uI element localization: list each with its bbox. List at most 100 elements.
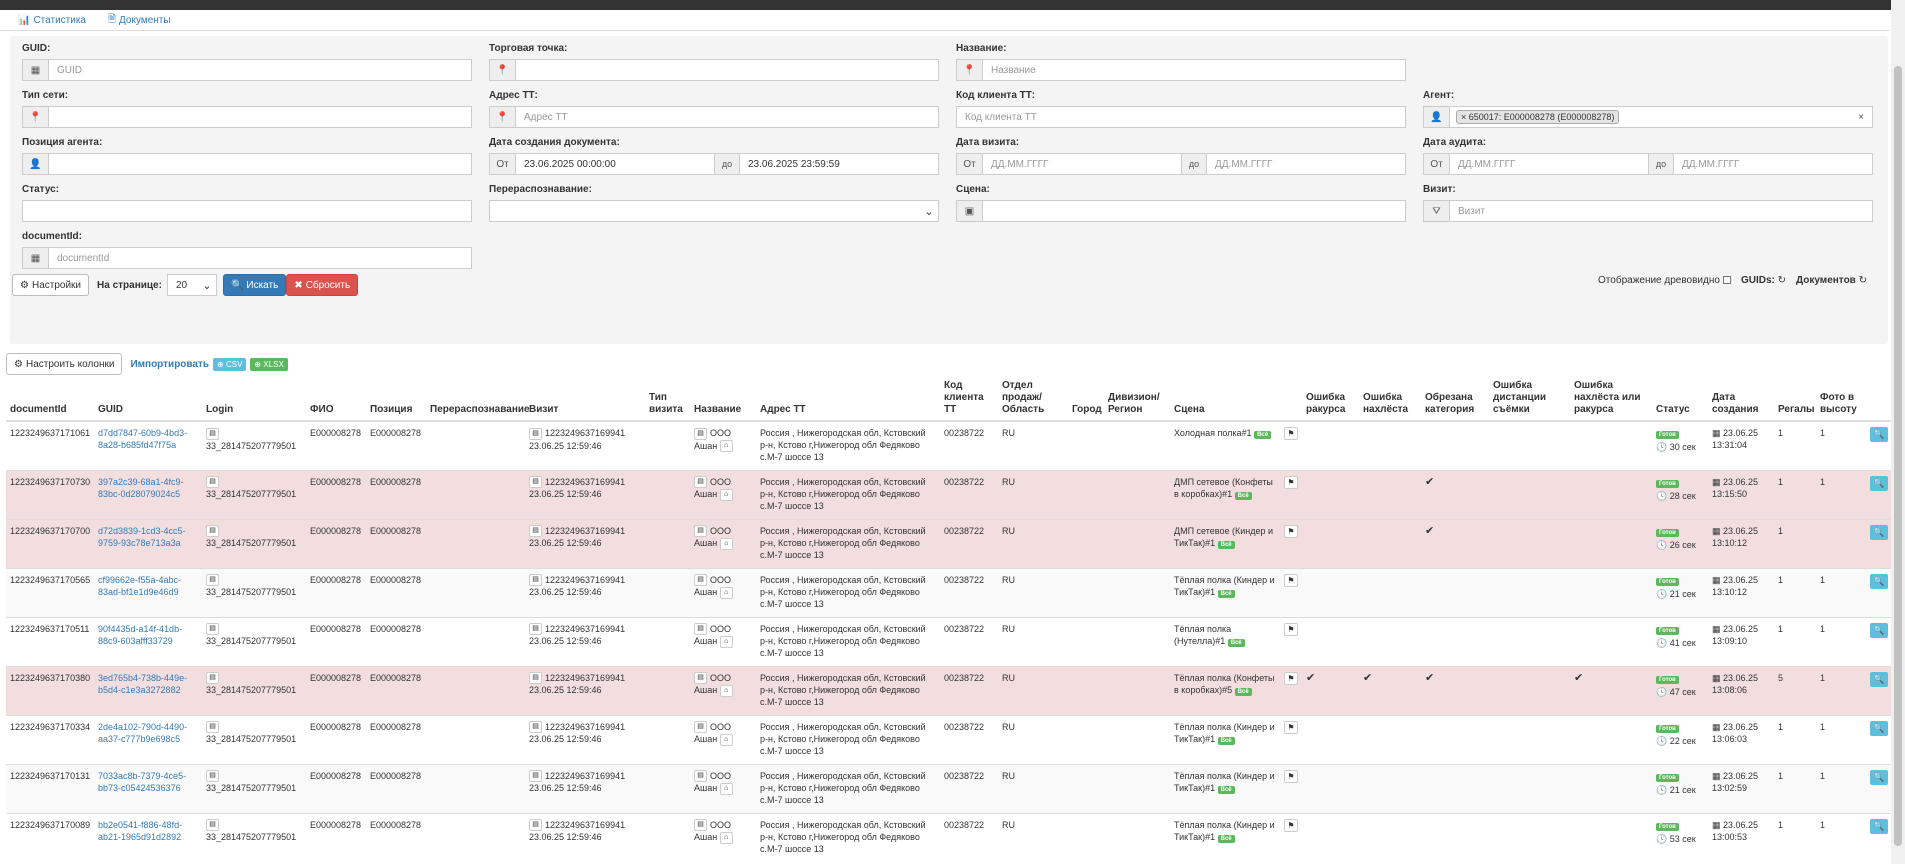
file-icon[interactable]: ▤: [529, 525, 542, 538]
search-icon[interactable]: 🔍: [1870, 671, 1888, 687]
flag-icon[interactable]: ⚑: [1284, 427, 1298, 440]
file-icon[interactable]: ▤: [206, 721, 219, 734]
guid-link[interactable]: cf99662e-f55a-4abc-83ad-bf1e1d9e46d9: [98, 575, 181, 597]
guid-link[interactable]: bb2e0541-f886-48fd-ab21-1965d91d2892: [98, 820, 182, 842]
column-header[interactable]: Город: [1068, 374, 1104, 422]
tradepoint-input[interactable]: [516, 60, 938, 80]
file-icon[interactable]: ▤: [206, 574, 219, 587]
tree-view-toggle[interactable]: Отображение древовидно: [1598, 275, 1731, 286]
guid-link[interactable]: 3ed765b4-738b-449e-b5d4-c1e3a3272882: [98, 673, 187, 695]
guid-link[interactable]: 397a2c39-68a1-4fc9-83bc-0d28079024c5: [98, 477, 184, 499]
rerecog-select[interactable]: ⌄: [489, 200, 939, 222]
column-header[interactable]: Отдел продаж/ Область: [998, 374, 1068, 422]
flag-icon[interactable]: ⚑: [1284, 573, 1298, 587]
home-icon[interactable]: ⌂: [719, 440, 733, 453]
columns-button[interactable]: ⚙ Настроить колонки: [6, 353, 123, 375]
flag-icon[interactable]: ⚑: [1284, 769, 1298, 783]
column-header[interactable]: Дивизион/ Регион: [1104, 374, 1170, 422]
home-icon[interactable]: ⌂: [719, 586, 733, 599]
home-icon[interactable]: ⌂: [719, 537, 733, 550]
clear-icon[interactable]: ×: [1858, 112, 1864, 123]
csv-import-button[interactable]: ⊕ CSV: [213, 357, 247, 371]
search-icon[interactable]: 🔍: [1870, 573, 1888, 589]
file-icon[interactable]: ▤: [694, 476, 707, 489]
file-icon[interactable]: ▤: [206, 623, 219, 636]
search-icon[interactable]: 🔍: [1870, 720, 1888, 736]
column-header[interactable]: Код клиента ТТ: [940, 374, 998, 422]
column-header[interactable]: Название: [690, 374, 756, 422]
agent-position-input[interactable]: [49, 154, 471, 174]
column-header[interactable]: Login: [202, 374, 306, 422]
file-icon[interactable]: ▤: [529, 574, 542, 587]
file-icon[interactable]: ▤: [529, 721, 542, 734]
file-icon[interactable]: ▤: [206, 525, 219, 538]
audit-date-to-input[interactable]: [1674, 154, 1872, 174]
address-input[interactable]: [516, 107, 938, 127]
column-header[interactable]: Ошибка дистанции съёмки: [1489, 374, 1570, 422]
column-header[interactable]: Фото в высоту: [1816, 374, 1866, 422]
column-header[interactable]: Адрес ТТ: [756, 374, 940, 422]
guid-link[interactable]: 90f4435d-a14f-41db-88c9-603afff33729: [98, 624, 182, 646]
file-icon[interactable]: ▤: [529, 770, 542, 783]
scene-input[interactable]: [983, 201, 1405, 221]
refresh-icon[interactable]: ↻: [1859, 275, 1867, 286]
column-header[interactable]: Тип визита: [645, 374, 690, 422]
column-header[interactable]: Позиция: [366, 374, 426, 422]
flag-icon[interactable]: ⚑: [1284, 818, 1298, 832]
tree-view-checkbox[interactable]: [1722, 276, 1731, 285]
column-header[interactable]: Ошибка нахлёста: [1359, 374, 1421, 422]
visit-date-from-input[interactable]: [983, 154, 1181, 174]
per-page-select[interactable]: 20 ⌄: [166, 274, 217, 296]
guid-link[interactable]: d72d3839-1cd3-4cc5-9759-93c78e713a3a: [98, 526, 186, 548]
file-icon[interactable]: ▤: [529, 819, 542, 832]
column-header[interactable]: Перераспознавание: [426, 374, 530, 422]
file-icon[interactable]: ▤: [529, 476, 542, 489]
file-icon[interactable]: ▤: [694, 721, 707, 734]
search-icon[interactable]: 🔍: [1870, 769, 1888, 785]
doc-date-from-input[interactable]: [516, 154, 714, 174]
column-header[interactable]: GUID: [94, 374, 202, 422]
search-icon[interactable]: 🔍: [1870, 427, 1888, 442]
nav-documents-link[interactable]: 🗎 Документы: [108, 12, 171, 29]
column-header[interactable]: ФИО: [306, 374, 366, 422]
documentid-input[interactable]: [49, 248, 471, 268]
audit-date-from-input[interactable]: [1450, 154, 1648, 174]
file-icon[interactable]: ▤: [694, 770, 707, 783]
file-icon[interactable]: ▤: [529, 427, 542, 440]
home-icon[interactable]: ⌂: [719, 733, 733, 746]
flag-icon[interactable]: ⚑: [1284, 720, 1298, 734]
flag-icon[interactable]: ⚑: [1284, 622, 1298, 636]
search-icon[interactable]: 🔍: [1870, 622, 1888, 638]
flag-icon[interactable]: ⚑: [1284, 671, 1298, 685]
name-input[interactable]: [983, 60, 1405, 80]
home-icon[interactable]: ⌂: [719, 488, 733, 501]
column-header[interactable]: Визит: [525, 374, 645, 422]
flag-icon[interactable]: ⚑: [1284, 475, 1298, 489]
column-header[interactable]: Сцена: [1170, 374, 1280, 422]
refresh-icon[interactable]: ↻: [1778, 275, 1786, 286]
search-icon[interactable]: 🔍: [1870, 818, 1888, 834]
file-icon[interactable]: ▤: [206, 476, 219, 489]
search-icon[interactable]: 🔍: [1870, 524, 1888, 540]
agent-select[interactable]: 👤 × 650017: E000008278 (E000008278) ×: [1423, 106, 1873, 128]
visit-date-to-input[interactable]: [1207, 154, 1405, 174]
guid-link[interactable]: 7033ac8b-7379-4ce5-bb73-c05424536376: [98, 771, 186, 793]
file-icon[interactable]: ▤: [206, 427, 219, 440]
file-icon[interactable]: ▤: [206, 672, 219, 685]
file-icon[interactable]: ▤: [694, 672, 707, 685]
flag-icon[interactable]: ⚑: [1284, 524, 1298, 538]
file-icon[interactable]: ▤: [529, 623, 542, 636]
agent-tag[interactable]: × 650017: E000008278 (E000008278): [1456, 110, 1620, 124]
file-icon[interactable]: ▤: [694, 525, 707, 538]
search-icon[interactable]: 🔍: [1870, 475, 1888, 491]
column-header[interactable]: [1866, 374, 1892, 422]
xlsx-import-button[interactable]: ⊕ XLSX: [250, 357, 288, 371]
network-type-input[interactable]: [49, 107, 471, 127]
file-icon[interactable]: ▤: [694, 623, 707, 636]
file-icon[interactable]: ▤: [206, 770, 219, 783]
guid-link[interactable]: 2de4a102-790d-4490-aa37-c777b9e698c5: [98, 722, 187, 744]
guid-input[interactable]: [49, 60, 471, 80]
file-icon[interactable]: ▤: [694, 427, 707, 440]
column-header[interactable]: Регалы: [1774, 374, 1816, 422]
column-header[interactable]: Статус: [1652, 374, 1708, 422]
